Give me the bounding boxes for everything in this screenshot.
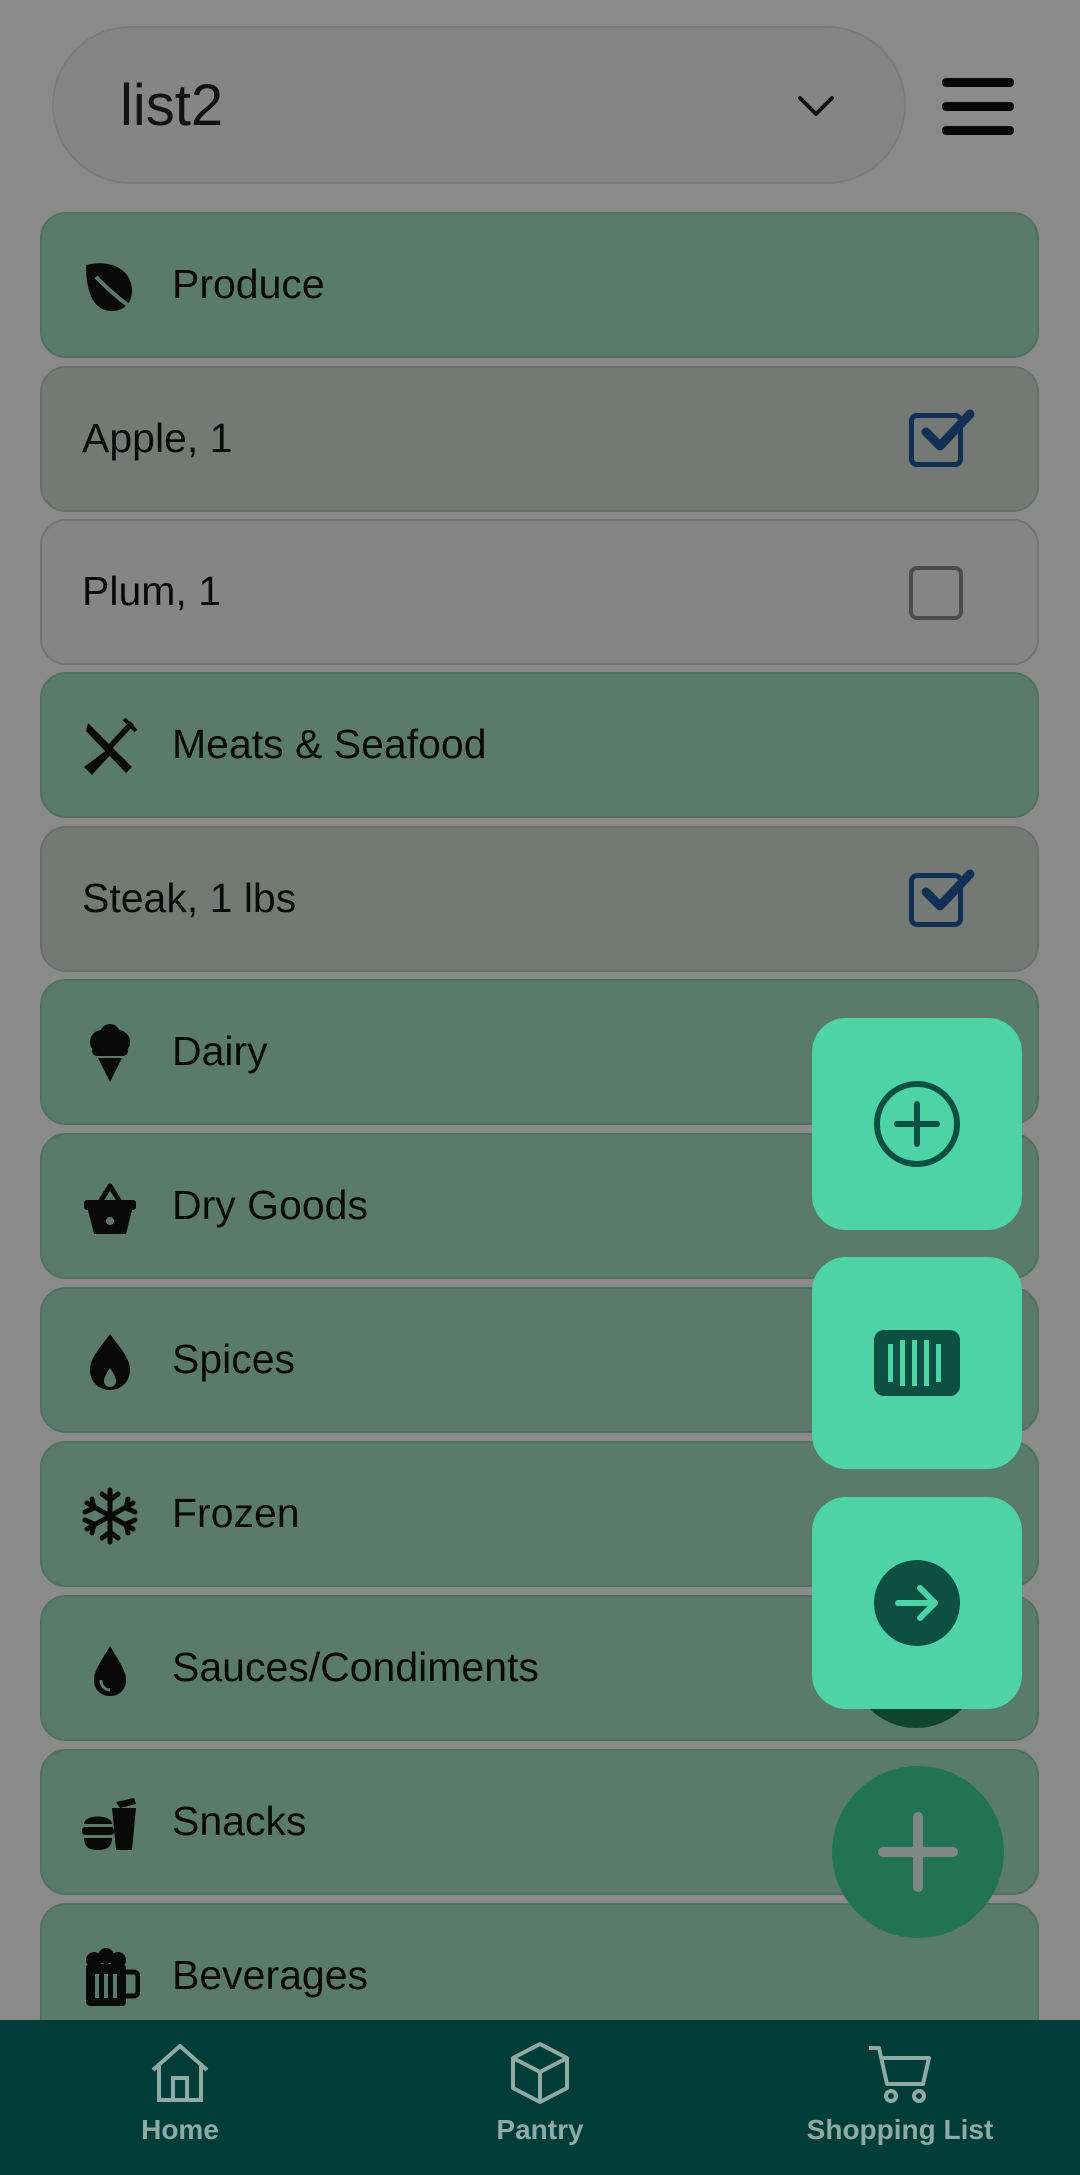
go-to-list-action-button[interactable] [812,1497,1022,1709]
nav-label: Pantry [496,2114,584,2145]
home-icon [151,2044,209,2102]
bottom-navigation: Home Pantry Shopping List [0,2020,1080,2175]
nav-item-pantry[interactable]: Pantry [390,2040,690,2146]
scan-barcode-action-button[interactable] [812,1257,1022,1469]
nav-item-home[interactable]: Home [30,2040,330,2146]
arrow-right-circle-icon [874,1560,960,1646]
box-icon [511,2042,569,2104]
nav-label: Home [141,2114,219,2145]
barcode-icon [874,1330,960,1396]
add-circle-icon [874,1081,960,1167]
nav-label: Shopping List [806,2114,994,2145]
add-item-action-button[interactable] [812,1018,1022,1230]
overlay-scrim[interactable] [0,0,1080,2020]
nav-item-shopping-list[interactable]: Shopping List [750,2040,1050,2146]
cart-icon [869,2046,931,2103]
